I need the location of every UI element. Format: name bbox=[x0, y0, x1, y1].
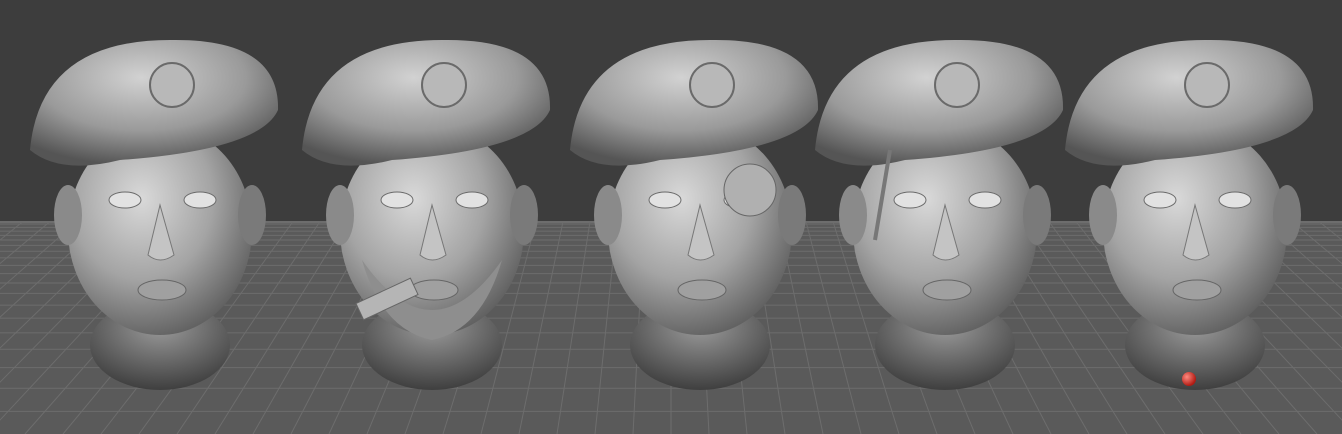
eyepatch bbox=[723, 163, 777, 217]
ear-left bbox=[839, 185, 867, 245]
mouth bbox=[677, 279, 727, 301]
mouth bbox=[409, 279, 459, 301]
ear-left bbox=[1089, 185, 1117, 245]
ear-right bbox=[1023, 185, 1051, 245]
eye-left bbox=[648, 191, 682, 209]
pivot-marker[interactable] bbox=[1182, 372, 1196, 386]
viewport-canvas[interactable] bbox=[0, 0, 1342, 434]
eye-left bbox=[893, 191, 927, 209]
eye-left bbox=[108, 191, 142, 209]
mouth bbox=[1172, 279, 1222, 301]
ear-right bbox=[778, 185, 806, 245]
beret-badge bbox=[689, 62, 735, 108]
ear-left bbox=[594, 185, 622, 245]
eye-right bbox=[968, 191, 1002, 209]
mouth bbox=[137, 279, 187, 301]
eye-right bbox=[455, 191, 489, 209]
beret-badge bbox=[934, 62, 980, 108]
eye-right bbox=[1218, 191, 1252, 209]
eye-right bbox=[183, 191, 217, 209]
mouth bbox=[922, 279, 972, 301]
3d-viewport[interactable] bbox=[0, 0, 1342, 434]
ear-right bbox=[1273, 185, 1301, 245]
beret-badge bbox=[421, 62, 467, 108]
ear-right bbox=[510, 185, 538, 245]
beret-badge bbox=[149, 62, 195, 108]
beret-badge bbox=[1184, 62, 1230, 108]
ear-left bbox=[54, 185, 82, 245]
eye-left bbox=[1143, 191, 1177, 209]
eye-left bbox=[380, 191, 414, 209]
ear-left bbox=[326, 185, 354, 245]
ear-right bbox=[238, 185, 266, 245]
